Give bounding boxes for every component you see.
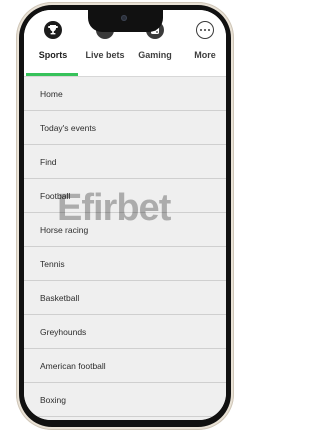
camera-icon	[121, 15, 127, 21]
more-icon	[196, 21, 214, 39]
active-tab-underline	[26, 73, 78, 76]
menu-item-basketball[interactable]: Basketball	[24, 281, 226, 315]
menu-item-greyhounds[interactable]: Greyhounds	[24, 315, 226, 349]
menu-item-todays-events[interactable]: Today's events	[24, 111, 226, 145]
menu-item-boxing[interactable]: Boxing	[24, 383, 226, 417]
trophy-icon	[44, 21, 62, 39]
menu-item-tennis[interactable]: Tennis	[24, 247, 226, 281]
menu-item-horse-racing[interactable]: Horse racing	[24, 213, 226, 247]
tab-label: Sports	[38, 50, 68, 60]
phone-screen: Sports LIVE Live bets Gaming	[24, 10, 226, 420]
phone-notch	[88, 10, 163, 32]
tab-more[interactable]: More	[178, 21, 226, 73]
tab-sports[interactable]: Sports	[26, 21, 80, 73]
menu-item-find[interactable]: Find	[24, 145, 226, 179]
tab-label: Gaming	[138, 50, 172, 60]
menu-item-football[interactable]: Football	[24, 179, 226, 213]
menu-item-american-football[interactable]: American football	[24, 349, 226, 383]
sports-menu-list: Home Today's events Find Football Horse …	[24, 77, 226, 420]
menu-item-home[interactable]: Home	[24, 77, 226, 111]
tab-label: Live bets	[85, 50, 125, 60]
tab-label: More	[194, 50, 216, 60]
